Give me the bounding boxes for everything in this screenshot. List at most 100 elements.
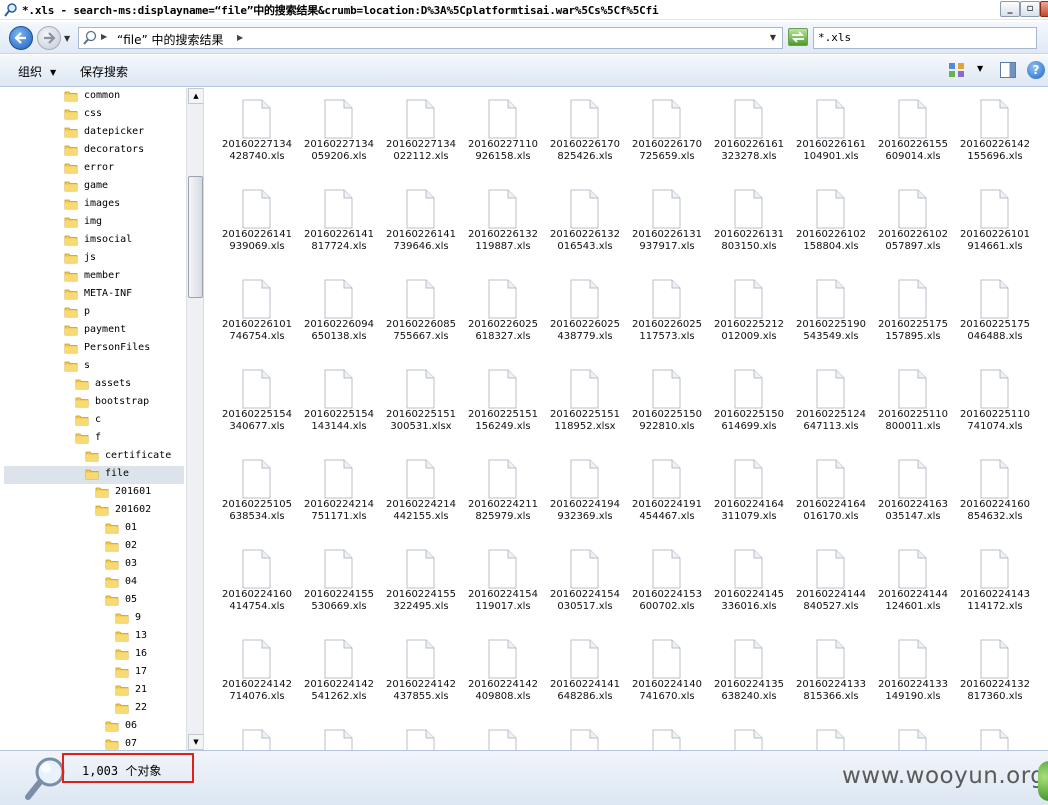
file-item[interactable]: 20160225151118952.xlsx: [543, 366, 625, 456]
file-item[interactable]: 20160224132817360.xls: [953, 636, 1035, 726]
file-item[interactable]: 20160226141939069.xls: [215, 186, 297, 276]
tree-item[interactable]: certificate: [0, 448, 184, 466]
file-item[interactable]: 20160224141648286.xls: [543, 636, 625, 726]
file-item[interactable]: 20160226102057897.xls: [871, 186, 953, 276]
file-item[interactable]: 20160226102158804.xls: [789, 186, 871, 276]
file-item[interactable]: 20160226170725659.xls: [625, 96, 707, 186]
file-item[interactable]: [297, 726, 379, 750]
breadcrumb-chevron-icon[interactable]: ▶: [237, 33, 243, 42]
file-item[interactable]: 20160225150922810.xls: [625, 366, 707, 456]
minimize-button[interactable]: _: [1000, 1, 1020, 17]
tree-item[interactable]: 13: [0, 628, 184, 646]
file-item[interactable]: 20160225175046488.xls: [953, 276, 1035, 366]
tree-item[interactable]: img: [0, 214, 184, 232]
file-item[interactable]: [625, 726, 707, 750]
tree-item[interactable]: META-INF: [0, 286, 184, 304]
file-item[interactable]: [379, 726, 461, 750]
help-button[interactable]: ?: [1027, 61, 1045, 79]
file-item[interactable]: 20160227134059206.xls: [297, 96, 379, 186]
address-bar[interactable]: ▶ “file” 中的搜索结果 ▶ ▼: [78, 27, 783, 49]
scroll-thumb[interactable]: [188, 176, 203, 298]
file-item[interactable]: 20160225110741074.xls: [953, 366, 1035, 456]
file-item[interactable]: 20160224153600702.xls: [625, 546, 707, 636]
view-grid-icon[interactable]: [948, 62, 966, 78]
file-item[interactable]: 20160225212012009.xls: [707, 276, 789, 366]
file-item[interactable]: 20160225151300531.xlsx: [379, 366, 461, 456]
back-button[interactable]: [9, 26, 33, 50]
file-item[interactable]: 20160224142409808.xls: [461, 636, 543, 726]
search-input[interactable]: [818, 31, 1018, 44]
file-item[interactable]: 20160226131937917.xls: [625, 186, 707, 276]
file-item[interactable]: 20160225151156249.xls: [461, 366, 543, 456]
recent-pages-dropdown[interactable]: ▼: [64, 34, 70, 43]
file-item[interactable]: [461, 726, 543, 750]
file-item[interactable]: 20160224144840527.xls: [789, 546, 871, 636]
scroll-down-button[interactable]: ▼: [188, 734, 203, 750]
tree-item[interactable]: c: [0, 412, 184, 430]
tree-item[interactable]: PersonFiles: [0, 340, 184, 358]
tree-item[interactable]: 07: [0, 736, 184, 750]
tree-item[interactable]: 17: [0, 664, 184, 682]
file-item[interactable]: 20160226131803150.xls: [707, 186, 789, 276]
tree-item[interactable]: 9: [0, 610, 184, 628]
file-item[interactable]: [215, 726, 297, 750]
tree-item[interactable]: game: [0, 178, 184, 196]
maximize-button[interactable]: ▫: [1020, 1, 1040, 17]
file-item[interactable]: 20160226094650138.xls: [297, 276, 379, 366]
tree-item[interactable]: s: [0, 358, 184, 376]
save-search-button[interactable]: 保存搜索: [80, 63, 128, 80]
file-item[interactable]: 20160225154340677.xls: [215, 366, 297, 456]
file-item[interactable]: 20160225105638534.xls: [215, 456, 297, 546]
file-item[interactable]: 20160224143114172.xls: [953, 546, 1035, 636]
file-item[interactable]: 20160224163035147.xls: [871, 456, 953, 546]
tree-item[interactable]: 22: [0, 700, 184, 718]
file-item[interactable]: 20160226085755667.xls: [379, 276, 461, 366]
file-item[interactable]: 20160225190543549.xls: [789, 276, 871, 366]
tree-item[interactable]: 04: [0, 574, 184, 592]
file-item[interactable]: 20160226161104901.xls: [789, 96, 871, 186]
scroll-up-button[interactable]: ▲: [188, 88, 203, 104]
breadcrumb-arrow-icon[interactable]: ▶: [101, 32, 107, 41]
file-item[interactable]: 20160224155530669.xls: [297, 546, 379, 636]
tree-item[interactable]: bootstrap: [0, 394, 184, 412]
tree-item[interactable]: 02: [0, 538, 184, 556]
file-item[interactable]: 20160226101746754.xls: [215, 276, 297, 366]
organize-button[interactable]: 组织 ▼: [18, 63, 56, 80]
tree-item[interactable]: p: [0, 304, 184, 322]
view-dropdown-icon[interactable]: ▼: [977, 64, 983, 73]
tree-item[interactable]: 21: [0, 682, 184, 700]
forward-button[interactable]: [37, 26, 61, 50]
file-item[interactable]: 20160226101914661.xls: [953, 186, 1035, 276]
file-item[interactable]: 20160224164016170.xls: [789, 456, 871, 546]
file-item[interactable]: 20160224211825979.xls: [461, 456, 543, 546]
file-item[interactable]: 20160225175157895.xls: [871, 276, 953, 366]
tree-item[interactable]: datepicker: [0, 124, 184, 142]
file-item[interactable]: [871, 726, 953, 750]
file-item[interactable]: 20160224145336016.xls: [707, 546, 789, 636]
tree-item[interactable]: decorators: [0, 142, 184, 160]
tree-item[interactable]: 201601: [0, 484, 184, 502]
preview-pane-icon[interactable]: [1000, 62, 1016, 78]
file-item[interactable]: 20160224144124601.xls: [871, 546, 953, 636]
tree-item[interactable]: assets: [0, 376, 184, 394]
tree-item[interactable]: member: [0, 268, 184, 286]
tree-item[interactable]: file: [4, 466, 184, 484]
file-item[interactable]: 20160227134428740.xls: [215, 96, 297, 186]
file-item[interactable]: 20160224160854632.xls: [953, 456, 1035, 546]
tree-item[interactable]: f: [0, 430, 184, 448]
file-item[interactable]: 20160224133149190.xls: [871, 636, 953, 726]
tree-item[interactable]: js: [0, 250, 184, 268]
file-item[interactable]: 20160224194932369.xls: [543, 456, 625, 546]
file-item[interactable]: 20160225150614699.xls: [707, 366, 789, 456]
file-item[interactable]: 20160224154119017.xls: [461, 546, 543, 636]
file-item[interactable]: [789, 726, 871, 750]
file-item[interactable]: 20160224160414754.xls: [215, 546, 297, 636]
file-item[interactable]: 20160225110800011.xls: [871, 366, 953, 456]
tree-item[interactable]: imsocial: [0, 232, 184, 250]
file-item[interactable]: 20160224142437855.xls: [379, 636, 461, 726]
file-item[interactable]: 20160226025117573.xls: [625, 276, 707, 366]
tree-item[interactable]: error: [0, 160, 184, 178]
tree-item[interactable]: 06: [0, 718, 184, 736]
file-item[interactable]: 20160226132016543.xls: [543, 186, 625, 276]
tree-item[interactable]: 01: [0, 520, 184, 538]
